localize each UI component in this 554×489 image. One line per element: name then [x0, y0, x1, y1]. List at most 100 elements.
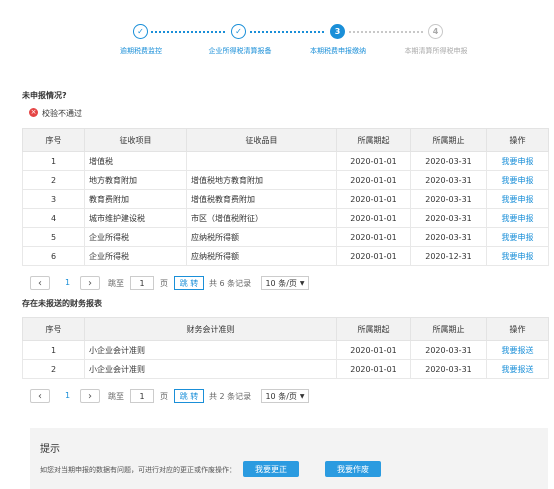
cell-index: 1 — [22, 151, 85, 171]
col-header-item: 征收项目 — [84, 128, 187, 152]
error-icon: × — [29, 108, 38, 117]
cell-end: 2020-03-31 — [410, 340, 487, 360]
reports-table: 序号 财务会计准则 所属期起 所属期止 操作 1 小企业会计准则 2020-01… — [22, 317, 549, 379]
step-connector — [151, 31, 225, 33]
table-header-row: 序号 财务会计准则 所属期起 所属期止 操作 — [22, 317, 549, 341]
goto-page-input[interactable]: 1 — [130, 276, 154, 290]
cell-standard: 小企业会计准则 — [84, 359, 337, 379]
table-row: 5 企业所得税 应纳税所得额 2020-01-01 2020-03-31 我要申… — [22, 227, 549, 247]
cell-end: 2020-03-31 — [410, 170, 487, 190]
tip-panel: 提示 如您对当期申报的数据有问题，可进行对应的更正或作废操作： 我要更正 我要作… — [30, 428, 548, 489]
cell-category: 应纳税所得额 — [186, 246, 337, 266]
step-2-label: 企业所得税清算报备 — [208, 47, 272, 55]
cell-end: 2020-03-31 — [410, 189, 487, 209]
col-header-action: 操作 — [486, 317, 549, 341]
cell-end: 2020-03-31 — [410, 359, 487, 379]
validation-status: 校验不通过 — [42, 109, 82, 118]
cell-index: 5 — [22, 227, 85, 247]
unsubmitted-reports-title: 存在未报送的财务报表 — [22, 299, 102, 308]
cell-end: 2020-03-31 — [410, 227, 487, 247]
tip-title: 提示 — [40, 444, 60, 455]
table-header-row: 序号 征收项目 征收品目 所属期起 所属期止 操作 — [22, 128, 549, 152]
cell-start: 2020-01-01 — [336, 151, 411, 171]
declare-link[interactable]: 我要申报 — [486, 189, 549, 209]
col-header-index: 序号 — [22, 128, 85, 152]
cell-standard: 小企业会计准则 — [84, 340, 337, 360]
cell-index: 4 — [22, 208, 85, 228]
goto-label: 跳至 — [108, 279, 124, 288]
declare-link[interactable]: 我要申报 — [486, 151, 549, 171]
step-1-check-icon: ✓ — [133, 24, 148, 39]
declare-link[interactable]: 我要申报 — [486, 246, 549, 266]
caret-down-icon: ▼ — [299, 392, 305, 400]
table-row: 2 小企业会计准则 2020-01-01 2020-03-31 我要报送 — [22, 359, 549, 379]
cell-start: 2020-01-01 — [336, 340, 411, 360]
cell-index: 6 — [22, 246, 85, 266]
table-row: 1 增值税 2020-01-01 2020-03-31 我要申报 — [22, 151, 549, 171]
cell-item: 地方教育附加 — [84, 170, 187, 190]
page-size-select[interactable]: 10 条/页 ▼ — [261, 276, 309, 290]
cell-start: 2020-01-01 — [336, 189, 411, 209]
cell-index: 2 — [22, 359, 85, 379]
next-page-button[interactable]: › — [80, 389, 100, 403]
cell-item: 增值税 — [84, 151, 187, 171]
page-size-value: 10 条/页 — [265, 278, 297, 288]
cell-category: 应纳税所得额 — [186, 227, 337, 247]
unfiled-table: 序号 征收项目 征收品目 所属期起 所属期止 操作 1 增值税 2020-01-… — [22, 128, 549, 266]
cell-item: 企业所得税 — [84, 227, 187, 247]
prev-page-button[interactable]: ‹ — [30, 389, 50, 403]
table-row: 6 企业所得税 应纳税所得额 2020-01-01 2020-12-31 我要申… — [22, 246, 549, 266]
cell-index: 3 — [22, 189, 85, 209]
cell-item: 城市维护建设税 — [84, 208, 187, 228]
step-1-label: 逾期税费监控 — [120, 47, 162, 55]
goto-label: 跳至 — [108, 392, 124, 401]
cell-end: 2020-12-31 — [410, 246, 487, 266]
step-3-label: 本期税费申报缴纳 — [310, 47, 366, 55]
submit-link[interactable]: 我要报送 — [486, 359, 549, 379]
cell-category: 市区（增值税附征） — [186, 208, 337, 228]
prev-page-button[interactable]: ‹ — [30, 276, 50, 290]
cell-start: 2020-01-01 — [336, 208, 411, 228]
table-row: 1 小企业会计准则 2020-01-01 2020-03-31 我要报送 — [22, 340, 549, 360]
cell-index: 2 — [22, 170, 85, 190]
submit-link[interactable]: 我要报送 — [486, 340, 549, 360]
page-unit: 页 — [160, 279, 168, 288]
cell-item: 企业所得税 — [84, 246, 187, 266]
step-connector — [250, 31, 324, 33]
step-4-number: 4 — [428, 24, 443, 39]
page-unit: 页 — [160, 392, 168, 401]
cell-category — [186, 151, 337, 171]
cell-item: 教育费附加 — [84, 189, 187, 209]
cell-index: 1 — [22, 340, 85, 360]
cell-start: 2020-01-01 — [336, 246, 411, 266]
cell-category: 增值税地方教育附加 — [186, 170, 337, 190]
current-page[interactable]: 1 — [65, 278, 70, 287]
step-connector — [349, 31, 423, 33]
cell-start: 2020-01-01 — [336, 227, 411, 247]
total-records: 共 2 条记录 — [209, 392, 252, 401]
cell-start: 2020-01-01 — [336, 170, 411, 190]
col-header-action: 操作 — [486, 128, 549, 152]
current-page[interactable]: 1 — [65, 391, 70, 400]
col-header-end: 所属期止 — [410, 128, 487, 152]
goto-page-input[interactable]: 1 — [130, 389, 154, 403]
declare-link[interactable]: 我要申报 — [486, 208, 549, 228]
goto-button[interactable]: 跳 转 — [174, 276, 204, 290]
col-header-index: 序号 — [22, 317, 85, 341]
col-header-standard: 财务会计准则 — [84, 317, 337, 341]
cell-end: 2020-03-31 — [410, 151, 487, 171]
table-row: 3 教育费附加 增值税教育费附加 2020-01-01 2020-03-31 我… — [22, 189, 549, 209]
declare-link[interactable]: 我要申报 — [486, 227, 549, 247]
step-2-check-icon: ✓ — [231, 24, 246, 39]
page-size-select[interactable]: 10 条/页 ▼ — [261, 389, 309, 403]
declare-link[interactable]: 我要申报 — [486, 170, 549, 190]
cell-start: 2020-01-01 — [336, 359, 411, 379]
step-4-label: 本期清算所得税申报 — [404, 47, 468, 55]
next-page-button[interactable]: › — [80, 276, 100, 290]
page-size-value: 10 条/页 — [265, 391, 297, 401]
total-records: 共 6 条记录 — [209, 279, 252, 288]
col-header-start: 所属期起 — [336, 317, 411, 341]
void-button[interactable]: 我要作废 — [325, 461, 381, 477]
correct-button[interactable]: 我要更正 — [243, 461, 299, 477]
goto-button[interactable]: 跳 转 — [174, 389, 204, 403]
